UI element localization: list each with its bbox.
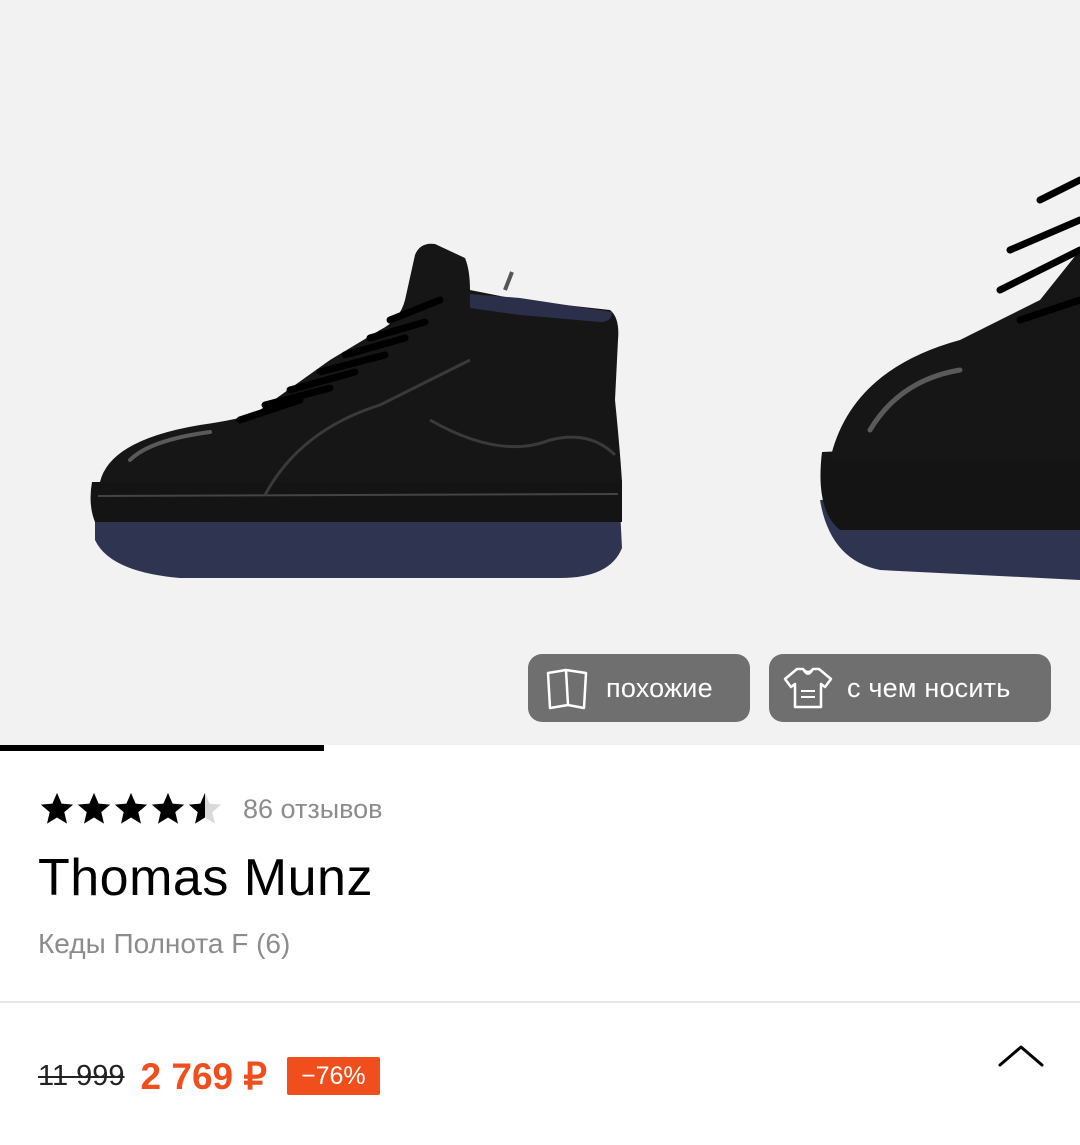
collapse-button[interactable]: [990, 1036, 1052, 1076]
star-icon: [151, 792, 185, 824]
product-subtitle: Кеды Полнота F (6): [38, 928, 291, 959]
chevron-up-icon: [998, 1045, 1044, 1067]
similar-button-label: похожие: [606, 672, 713, 703]
star-icon: [40, 792, 74, 824]
outfit-button-label: с чем носить: [847, 672, 1011, 703]
product-image-gallery[interactable]: похожие с чем носить: [0, 0, 1080, 751]
brand-title[interactable]: Thomas Munz: [38, 848, 373, 908]
reviews-link[interactable]: 86 отзывов: [243, 794, 383, 825]
divider: [0, 1001, 1080, 1003]
current-price: 2 769 ₽: [140, 1055, 267, 1097]
gallery-progress: [0, 745, 1080, 751]
shoe-side-view: [90, 243, 622, 578]
tshirt-icon: [783, 663, 833, 713]
price-row: 11 999 2 769 ₽ −76%: [38, 1052, 380, 1100]
discount-badge: −76%: [286, 1057, 380, 1095]
star-icon: [188, 792, 222, 824]
old-price: 11 999: [38, 1059, 125, 1092]
product-image: [90, 176, 1080, 580]
similar-button[interactable]: похожие: [528, 654, 750, 722]
star-icon: [77, 792, 111, 824]
gallery-progress-fill: [0, 745, 324, 751]
outfit-button[interactable]: с чем носить: [769, 654, 1051, 722]
rating-stars: [38, 790, 223, 828]
star-icon: [114, 792, 148, 824]
pages-icon: [542, 663, 592, 713]
shoe-front-view: [820, 176, 1080, 580]
rating-row[interactable]: 86 отзывов: [38, 788, 383, 830]
